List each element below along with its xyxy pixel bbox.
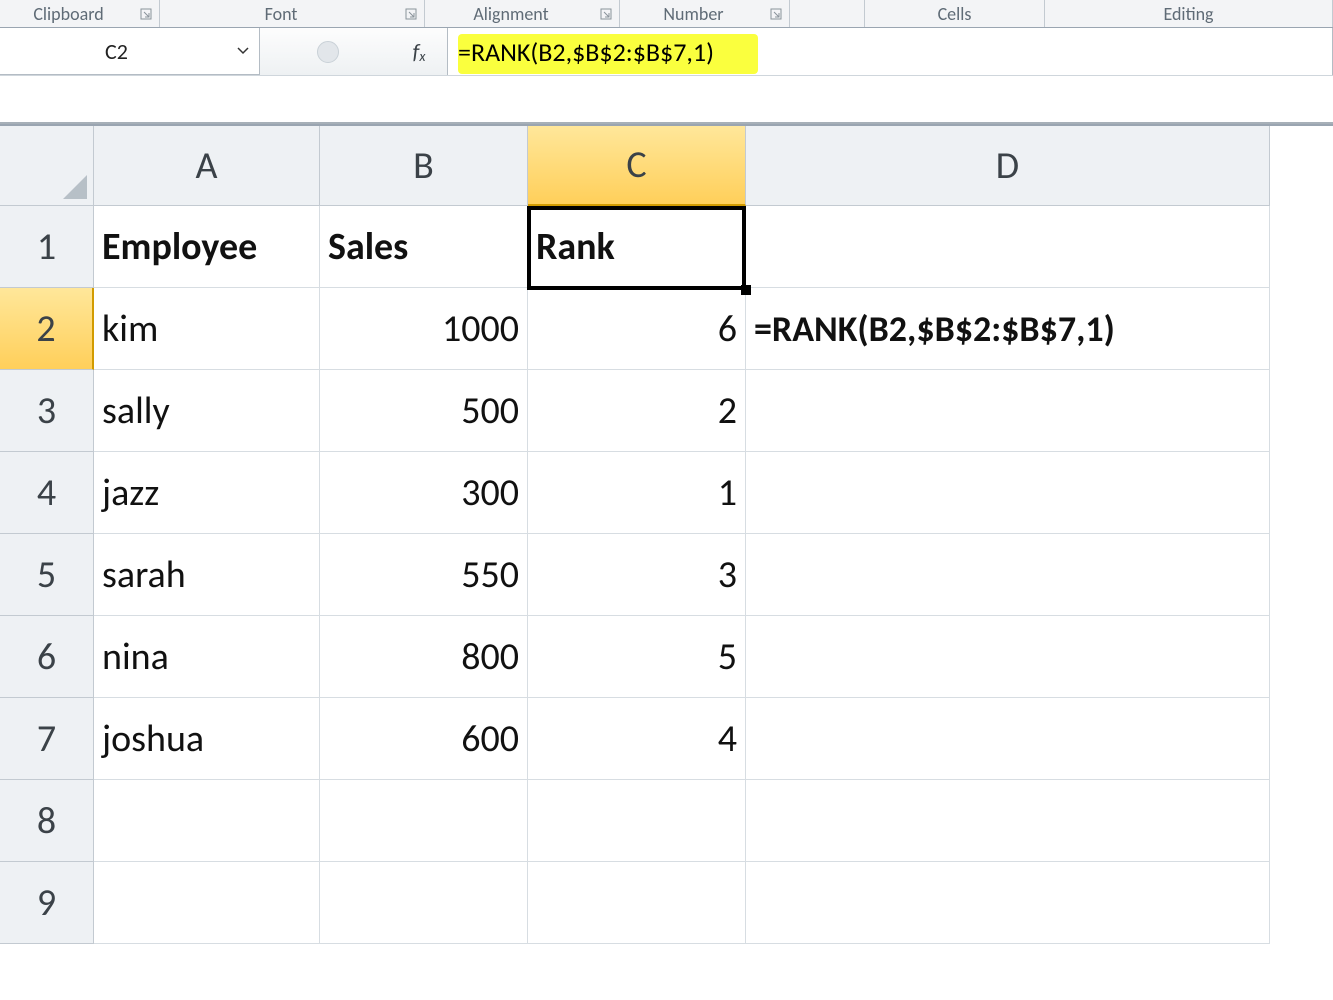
cell-A9[interactable] xyxy=(94,862,320,944)
cell-D2[interactable]: =RANK(B2,$B$2:$B$7,1) xyxy=(746,288,1270,370)
column-header-row: A B C D xyxy=(0,126,1333,206)
ribbon-group-label: Clipboard xyxy=(0,3,137,25)
cancel-icon[interactable] xyxy=(317,41,339,63)
column-header-A[interactable]: A xyxy=(94,126,320,206)
dialog-launcher-icon[interactable] xyxy=(402,5,420,23)
cell-A2[interactable]: kim xyxy=(94,288,320,370)
column-header-B[interactable]: B xyxy=(320,126,528,206)
row: 5 sarah 550 3 xyxy=(0,534,1333,616)
cell-D3[interactable] xyxy=(746,370,1270,452)
ribbon-group-alignment[interactable]: Alignment xyxy=(425,0,620,27)
cell-C3[interactable]: 2 xyxy=(528,370,746,452)
cell-B3[interactable]: 500 xyxy=(320,370,528,452)
cell-B7[interactable]: 600 xyxy=(320,698,528,780)
ribbon-group-clipboard[interactable]: Clipboard xyxy=(0,0,160,27)
ribbon-group-styles-collapsed[interactable] xyxy=(790,0,865,27)
cell-A5[interactable]: sarah xyxy=(94,534,320,616)
cell-C9[interactable] xyxy=(528,862,746,944)
cell-C6[interactable]: 5 xyxy=(528,616,746,698)
name-box[interactable]: C2 xyxy=(0,28,260,75)
column-header-D[interactable]: D xyxy=(746,126,1270,206)
formula-input[interactable]: =RANK(B2,$B$2:$B$7,1) xyxy=(448,28,1333,75)
cell-B6[interactable]: 800 xyxy=(320,616,528,698)
cell-A4[interactable]: jazz xyxy=(94,452,320,534)
row-header-9[interactable]: 9 xyxy=(0,862,94,944)
cell-C5[interactable]: 3 xyxy=(528,534,746,616)
row-header-5[interactable]: 5 xyxy=(0,534,94,616)
chevron-down-icon[interactable] xyxy=(233,41,253,61)
cell-B9[interactable] xyxy=(320,862,528,944)
ribbon-group-editing[interactable]: Editing xyxy=(1045,0,1333,27)
row-header-1[interactable]: 1 xyxy=(0,206,94,288)
row: 9 xyxy=(0,862,1333,944)
ribbon-group-font[interactable]: Font xyxy=(160,0,425,27)
cell-C1[interactable]: Rank xyxy=(528,206,746,288)
insert-function-button[interactable]: fx xyxy=(399,38,439,65)
ribbon-group-cells[interactable]: Cells xyxy=(865,0,1045,27)
cell-D7[interactable] xyxy=(746,698,1270,780)
cell-B8[interactable] xyxy=(320,780,528,862)
ribbon-group-label: Font xyxy=(160,3,402,25)
fx-x: x xyxy=(419,48,425,65)
row-header-2[interactable]: 2 xyxy=(0,288,94,370)
cell-A7[interactable]: joshua xyxy=(94,698,320,780)
row-header-4[interactable]: 4 xyxy=(0,452,94,534)
formula-bar: C2 fx =RANK(B2,$B$2:$B$7,1) xyxy=(0,28,1333,124)
formula-bar-buttons: fx xyxy=(260,28,448,75)
cell-A8[interactable] xyxy=(94,780,320,862)
row: 8 xyxy=(0,780,1333,862)
cell-C8[interactable] xyxy=(528,780,746,862)
cell-D8[interactable] xyxy=(746,780,1270,862)
cell-B5[interactable]: 550 xyxy=(320,534,528,616)
ribbon-group-number[interactable]: Number xyxy=(620,0,790,27)
cell-C2[interactable]: 6 xyxy=(528,288,746,370)
dialog-launcher-icon[interactable] xyxy=(767,5,785,23)
row-header-3[interactable]: 3 xyxy=(0,370,94,452)
ribbon-group-labels: Clipboard Font Alignment Number Cells Ed… xyxy=(0,0,1333,28)
dialog-launcher-icon[interactable] xyxy=(597,5,615,23)
row-header-8[interactable]: 8 xyxy=(0,780,94,862)
cell-A1[interactable]: Employee xyxy=(94,206,320,288)
column-header-C[interactable]: C xyxy=(528,126,746,206)
row: 4 jazz 300 1 xyxy=(0,452,1333,534)
ribbon-group-label: Alignment xyxy=(425,3,597,25)
cell-B4[interactable]: 300 xyxy=(320,452,528,534)
dialog-launcher-icon[interactable] xyxy=(137,5,155,23)
row-header-6[interactable]: 6 xyxy=(0,616,94,698)
row: 7 joshua 600 4 xyxy=(0,698,1333,780)
row: 3 sally 500 2 xyxy=(0,370,1333,452)
cell-C4[interactable]: 1 xyxy=(528,452,746,534)
row-header-7[interactable]: 7 xyxy=(0,698,94,780)
row: 6 nina 800 5 xyxy=(0,616,1333,698)
fill-handle[interactable] xyxy=(741,285,751,295)
cell-A3[interactable]: sally xyxy=(94,370,320,452)
cell-D1[interactable] xyxy=(746,206,1270,288)
cell-B1[interactable]: Sales xyxy=(320,206,528,288)
row: 2 kim 1000 6 =RANK(B2,$B$2:$B$7,1) xyxy=(0,288,1333,370)
select-all-corner[interactable] xyxy=(0,126,94,206)
cell-C7[interactable]: 4 xyxy=(528,698,746,780)
cell-D6[interactable] xyxy=(746,616,1270,698)
cell-B2[interactable]: 1000 xyxy=(320,288,528,370)
ribbon-group-label: Editing xyxy=(1045,3,1332,25)
cell-D5[interactable] xyxy=(746,534,1270,616)
ribbon-group-label: Cells xyxy=(865,3,1044,25)
name-box-value: C2 xyxy=(0,38,233,65)
row: 1 Employee Sales Rank xyxy=(0,206,1333,288)
worksheet[interactable]: A B C D 1 Employee Sales Rank 2 kim 1000… xyxy=(0,124,1333,944)
cell-D9[interactable] xyxy=(746,862,1270,944)
ribbon-group-label: Number xyxy=(620,3,767,25)
cell-D4[interactable] xyxy=(746,452,1270,534)
cell-A6[interactable]: nina xyxy=(94,616,320,698)
formula-text: =RANK(B2,$B$2:$B$7,1) xyxy=(458,36,714,68)
